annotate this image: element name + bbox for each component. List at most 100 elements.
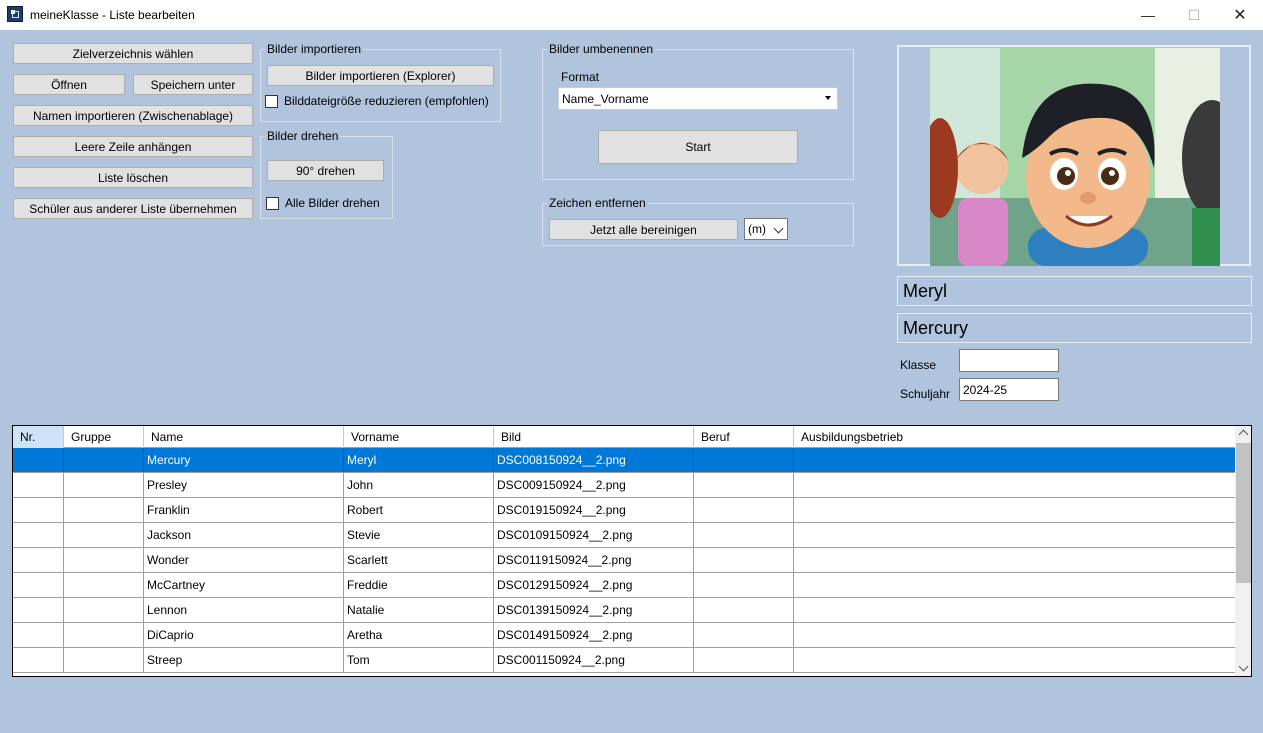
close-button[interactable]: ✕ (1217, 0, 1263, 30)
import-students-button[interactable]: Schüler aus anderer Liste übernehmen (13, 198, 253, 219)
format-select[interactable]: Name_Vorname (558, 87, 838, 110)
open-button[interactable]: Öffnen (13, 74, 125, 95)
cell-name[interactable]: Presley (144, 473, 344, 497)
rotate-all-checkbox-row[interactable]: Alle Bilder drehen (266, 196, 380, 210)
cell-beruf[interactable] (694, 448, 794, 472)
cell-name[interactable]: McCartney (144, 573, 344, 597)
cell-ausbildungsbetrieb[interactable] (794, 473, 1235, 497)
cell-name[interactable]: Mercury (144, 448, 344, 472)
cell-bild[interactable]: DSC008150924__2.png (494, 448, 694, 472)
table-row[interactable]: Presley John DSC009150924__2.png (13, 473, 1235, 498)
column-header-gruppe[interactable]: Gruppe (64, 426, 144, 448)
cell-beruf[interactable] (694, 623, 794, 647)
cell-ausbildungsbetrieb[interactable] (794, 573, 1235, 597)
cell-name[interactable]: Streep (144, 648, 344, 672)
cell-vorname[interactable]: Tom (344, 648, 494, 672)
cell-gruppe[interactable] (64, 598, 144, 622)
cell-gruppe[interactable] (64, 573, 144, 597)
column-header-nr[interactable]: Nr. (13, 426, 64, 448)
save-as-button[interactable]: Speichern unter (133, 74, 253, 95)
table-row[interactable]: McCartney Freddie DSC0129150924__2.png (13, 573, 1235, 598)
clean-all-button[interactable]: Jetzt alle bereinigen (549, 219, 738, 240)
table-row[interactable]: Franklin Robert DSC019150924__2.png (13, 498, 1235, 523)
cell-beruf[interactable] (694, 498, 794, 522)
cell-nr[interactable] (13, 598, 64, 622)
table-row[interactable]: Lennon Natalie DSC0139150924__2.png (13, 598, 1235, 623)
cell-ausbildungsbetrieb[interactable] (794, 548, 1235, 572)
cell-nr[interactable] (13, 573, 64, 597)
cell-gruppe[interactable] (64, 623, 144, 647)
reduce-size-checkbox[interactable] (265, 94, 278, 108)
cell-beruf[interactable] (694, 548, 794, 572)
cell-beruf[interactable] (694, 598, 794, 622)
cell-vorname[interactable]: John (344, 473, 494, 497)
cell-beruf[interactable] (694, 573, 794, 597)
cell-gruppe[interactable] (64, 473, 144, 497)
import-names-button[interactable]: Namen importieren (Zwischenablage) (13, 105, 253, 126)
cell-gruppe[interactable] (64, 548, 144, 572)
cell-beruf[interactable] (694, 523, 794, 547)
column-header-name[interactable]: Name (144, 426, 344, 448)
import-images-button[interactable]: Bilder importieren (Explorer) (267, 65, 494, 86)
cell-vorname[interactable]: Stevie (344, 523, 494, 547)
student-table[interactable]: Nr. Gruppe Name Vorname Bild Beruf Ausbi… (12, 425, 1252, 677)
cell-bild[interactable]: DSC0129150924__2.png (494, 573, 694, 597)
cell-vorname[interactable]: Robert (344, 498, 494, 522)
cell-ausbildungsbetrieb[interactable] (794, 498, 1235, 522)
scroll-down-icon[interactable] (1238, 661, 1249, 672)
clear-list-button[interactable]: Liste löschen (13, 167, 253, 188)
cell-ausbildungsbetrieb[interactable] (794, 623, 1235, 647)
cell-vorname[interactable]: Aretha (344, 623, 494, 647)
table-row[interactable]: Jackson Stevie DSC0109150924__2.png (13, 523, 1235, 548)
klasse-input[interactable] (959, 349, 1059, 372)
cell-bild[interactable]: DSC0149150924__2.png (494, 623, 694, 647)
cell-ausbildungsbetrieb[interactable] (794, 598, 1235, 622)
column-header-vorname[interactable]: Vorname (344, 426, 494, 448)
append-row-button[interactable]: Leere Zeile anhängen (13, 136, 253, 157)
zielverzeichnis-button[interactable]: Zielverzeichnis wählen (13, 43, 253, 64)
table-row[interactable]: Streep Tom DSC001150924__2.png (13, 648, 1235, 673)
cell-ausbildungsbetrieb[interactable] (794, 448, 1235, 472)
cell-nr[interactable] (13, 623, 64, 647)
cell-ausbildungsbetrieb[interactable] (794, 523, 1235, 547)
cell-nr[interactable] (13, 498, 64, 522)
cell-vorname[interactable]: Scarlett (344, 548, 494, 572)
reduce-size-checkbox-row[interactable]: Bilddateigröße reduzieren (empfohlen) (265, 94, 489, 108)
cell-beruf[interactable] (694, 473, 794, 497)
table-row[interactable]: Mercury Meryl DSC008150924__2.png (13, 448, 1235, 473)
cell-gruppe[interactable] (64, 498, 144, 522)
cell-nr[interactable] (13, 648, 64, 672)
cell-gruppe[interactable] (64, 648, 144, 672)
table-row[interactable]: Wonder Scarlett DSC0119150924__2.png (13, 548, 1235, 573)
cell-vorname[interactable]: Meryl (344, 448, 494, 472)
column-header-beruf[interactable]: Beruf (694, 426, 794, 448)
cell-bild[interactable]: DSC0119150924__2.png (494, 548, 694, 572)
cell-name[interactable]: Wonder (144, 548, 344, 572)
column-header-bild[interactable]: Bild (494, 426, 694, 448)
cell-bild[interactable]: DSC019150924__2.png (494, 498, 694, 522)
cell-bild[interactable]: DSC001150924__2.png (494, 648, 694, 672)
cell-beruf[interactable] (694, 648, 794, 672)
cell-bild[interactable]: DSC0109150924__2.png (494, 523, 694, 547)
cell-name[interactable]: DiCaprio (144, 623, 344, 647)
cell-nr[interactable] (13, 523, 64, 547)
rotate-90-button[interactable]: 90° drehen (267, 160, 384, 181)
cell-name[interactable]: Lennon (144, 598, 344, 622)
scroll-up-icon[interactable] (1238, 429, 1249, 440)
cell-vorname[interactable]: Natalie (344, 598, 494, 622)
start-button[interactable]: Start (598, 130, 798, 164)
cell-ausbildungsbetrieb[interactable] (794, 648, 1235, 672)
cell-name[interactable]: Franklin (144, 498, 344, 522)
column-header-ausbildungsbetrieb[interactable]: Ausbildungsbetrieb (794, 426, 1235, 448)
table-scrollbar[interactable] (1235, 426, 1251, 676)
cell-nr[interactable] (13, 473, 64, 497)
scroll-thumb[interactable] (1236, 443, 1251, 583)
cell-gruppe[interactable] (64, 523, 144, 547)
cell-bild[interactable]: DSC009150924__2.png (494, 473, 694, 497)
maximize-button[interactable]: ☐ (1171, 0, 1217, 30)
cell-bild[interactable]: DSC0139150924__2.png (494, 598, 694, 622)
minimize-button[interactable]: — (1125, 0, 1171, 30)
rotate-all-checkbox[interactable] (266, 196, 279, 210)
cell-nr[interactable] (13, 548, 64, 572)
cell-nr[interactable] (13, 448, 64, 472)
